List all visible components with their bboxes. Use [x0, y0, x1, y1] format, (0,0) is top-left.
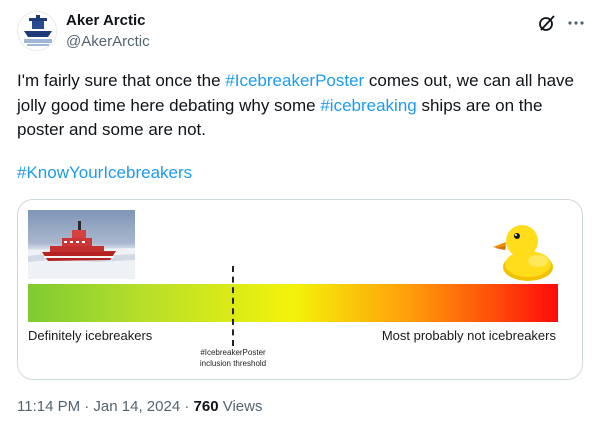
aker-arctic-logo-icon — [18, 12, 56, 50]
threshold-label-line: inclusion threshold — [199, 359, 267, 368]
threshold-line — [232, 266, 234, 346]
author-handle[interactable]: @AkerArctic — [66, 33, 150, 50]
icebreaker-ship-photo — [28, 210, 135, 279]
label-left: Definitely icebreakers — [28, 328, 153, 343]
hashtag-link[interactable]: #KnowYourIcebreakers — [17, 163, 192, 183]
separator: · — [180, 398, 194, 415]
author-name[interactable]: Aker Arctic — [66, 12, 145, 29]
hashtag-link[interactable]: #icebreaking — [320, 96, 416, 115]
avatar[interactable] — [17, 11, 57, 51]
views-count: 760 — [193, 398, 219, 415]
text-part: I'm fairly sure that once the — [17, 71, 226, 90]
icebreaker-ship-icon — [28, 221, 135, 279]
hashtag-link[interactable]: #IcebreakerPoster — [225, 71, 364, 90]
threshold-label: #IcebreakerPoster inclusion threshold — [178, 347, 288, 369]
more-icon[interactable] — [566, 14, 586, 32]
views-label: Views — [218, 398, 263, 415]
media-image[interactable]: Definitely icebreakers Most probably not… — [17, 199, 583, 380]
threshold-label-line: #IcebreakerPoster — [200, 348, 266, 357]
tweet-text: I'm fairly sure that once the #Icebreake… — [17, 69, 577, 143]
label-right: Most probably not icebreakers — [381, 328, 556, 343]
gradient-scale — [28, 284, 558, 322]
timestamp[interactable]: 11:14 PM · Jan 14, 2024 — [17, 398, 180, 415]
post-meta: 11:14 PM · Jan 14, 2024 · 760 Views — [17, 398, 262, 415]
grok-icon[interactable] — [538, 14, 556, 32]
rubber-duck-icon — [493, 225, 553, 281]
